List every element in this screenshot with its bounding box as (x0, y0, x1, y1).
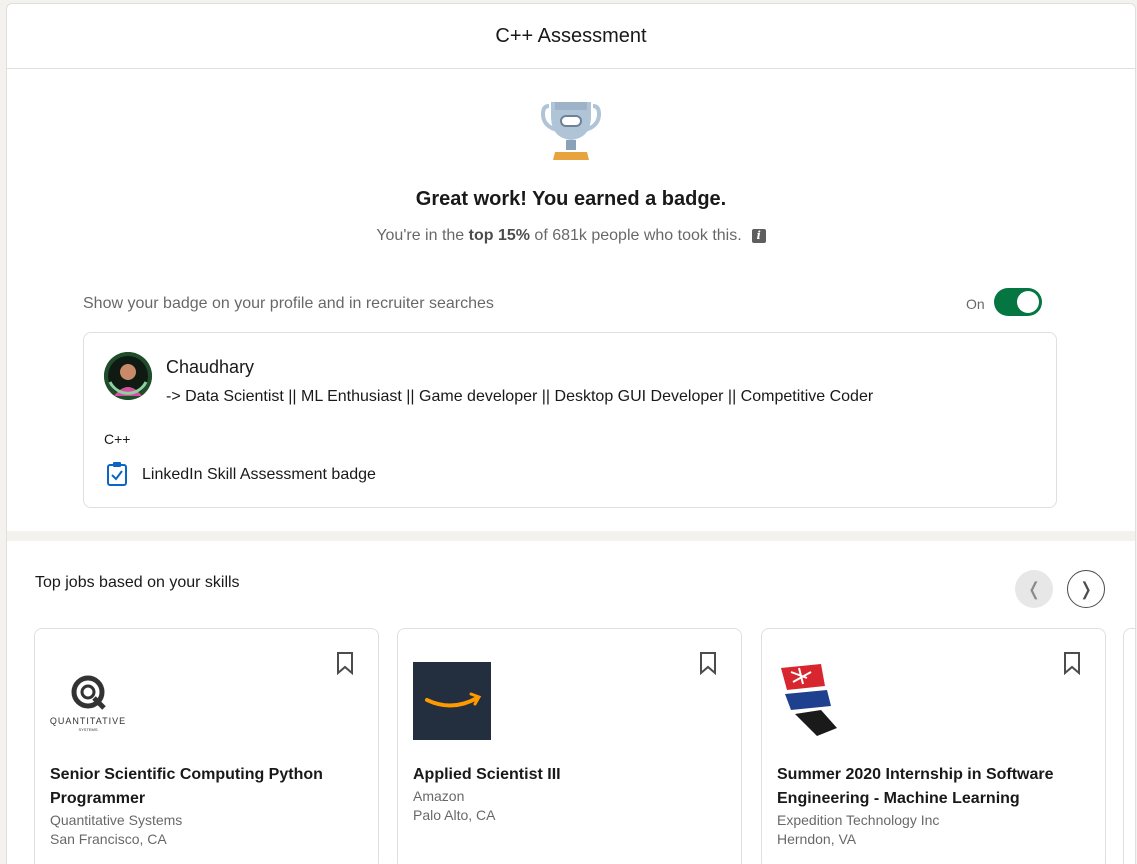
logo-text: QUANTITATIVE (50, 716, 126, 726)
job-card[interactable]: Applied Scientist III Amazon Palo Alto, … (397, 628, 742, 864)
logo-subtext: SYSTEMS (78, 727, 97, 732)
trophy-icon (541, 102, 601, 160)
amazon-logo (413, 662, 491, 740)
expedition-logo (781, 664, 837, 736)
job-title-area: Senior Scientific Computing Python Progr… (50, 763, 350, 849)
company-logo (777, 662, 855, 740)
modal-header: C++ Assessment (7, 4, 1135, 69)
toggle-state-text: On (966, 296, 985, 312)
job-title[interactable]: Senior Scientific Computing Python Progr… (50, 763, 350, 811)
result-subline: You're in the top 15% of 681k people who… (7, 227, 1135, 245)
skill-name: C++ (104, 431, 131, 447)
avatar-image (104, 352, 152, 400)
job-company: Quantitative Systems (50, 812, 183, 828)
profile-badge-card: Chaudhary -> Data Scientist || ML Enthus… (83, 332, 1057, 508)
modal-title: C++ Assessment (495, 24, 647, 47)
avatar[interactable] (104, 352, 152, 400)
job-title-area: Applied Scientist III Amazon Palo Alto, … (413, 763, 713, 825)
job-location: Herndon, VA (777, 831, 857, 847)
job-card[interactable]: Summer 2020 Internship in Software Engin… (761, 628, 1106, 864)
bookmark-icon[interactable] (699, 651, 717, 675)
toggle-knob (1017, 291, 1039, 313)
subline-suffix: of 681k people who took this. (529, 227, 742, 244)
profile-headline: -> Data Scientist || ML Enthusiast || Ga… (166, 388, 874, 405)
job-card-partial[interactable] (1123, 628, 1135, 864)
subline-prefix: You're in the (376, 227, 469, 244)
bookmark-icon[interactable] (1063, 651, 1081, 675)
job-location: Palo Alto, CA (413, 807, 496, 823)
badge-visibility-toggle[interactable] (994, 288, 1042, 316)
job-title[interactable]: Applied Scientist III (413, 763, 713, 787)
assessment-modal: C++ Assessment Great work! You earned a … (6, 3, 1136, 864)
clipboard-check-icon (107, 462, 127, 486)
carousel-prev-button[interactable]: ❬ (1015, 570, 1053, 608)
badge-visibility-label: Show your badge on your profile and in r… (83, 295, 494, 312)
info-icon[interactable]: i (751, 228, 766, 243)
quantitative-logo-mark: QUANTITATIVE SYSTEMS (50, 675, 126, 732)
result-headline: Great work! You earned a badge. (415, 188, 727, 210)
job-company: Expedition Technology Inc (777, 812, 940, 828)
subline-percentile: top 15% (468, 227, 530, 244)
jobs-section-title: Top jobs based on your skills (35, 574, 240, 591)
job-title[interactable]: Summer 2020 Internship in Software Engin… (777, 763, 1077, 811)
bookmark-icon[interactable] (336, 651, 354, 675)
section-divider (7, 531, 1135, 541)
job-company: Amazon (413, 788, 465, 804)
company-logo (413, 662, 491, 740)
carousel-next-button[interactable]: ❭ (1067, 570, 1105, 608)
company-logo: QUANTITATIVE SYSTEMS (50, 662, 128, 740)
job-location: San Francisco, CA (50, 831, 167, 847)
profile-name: Chaudhary (166, 357, 255, 377)
badge-label: LinkedIn Skill Assessment badge (142, 466, 376, 483)
job-title-area: Summer 2020 Internship in Software Engin… (777, 763, 1077, 849)
job-card[interactable]: QUANTITATIVE SYSTEMS Senior Scientific C… (34, 628, 379, 864)
